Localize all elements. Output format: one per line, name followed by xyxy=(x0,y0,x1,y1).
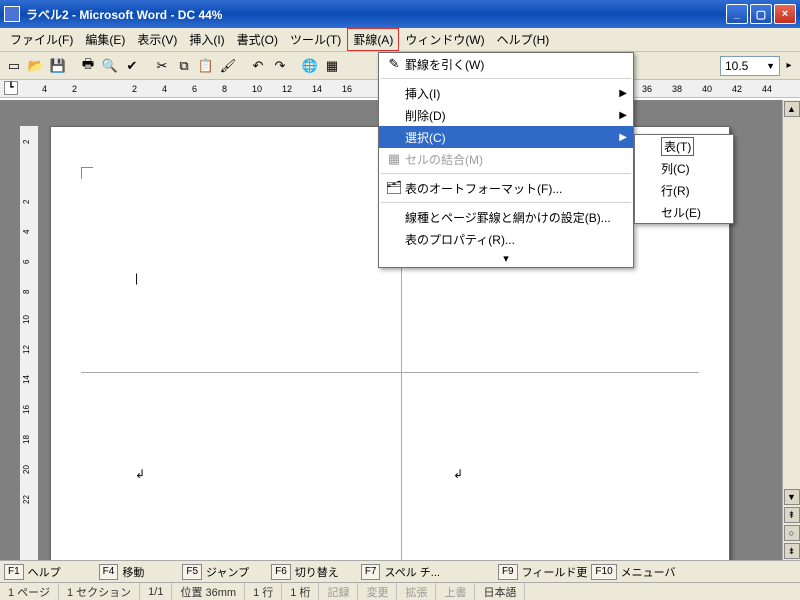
menuitem-delete[interactable]: 削除(D) ▶ xyxy=(379,104,633,126)
window-controls: _ ▢ × xyxy=(726,4,796,24)
status-bar: 1 ページ 1 セクション 1/1 位置 36mm 1 行 1 桁 記録 変更 … xyxy=(0,582,800,600)
tab-selector-icon[interactable]: ┗ xyxy=(4,81,18,95)
status-position: 位置 36mm xyxy=(172,583,245,600)
f9-key[interactable]: F9 xyxy=(498,564,518,580)
f4-key[interactable]: F4 xyxy=(99,564,119,580)
redo-icon[interactable]: ↷ xyxy=(270,56,290,76)
f4-label: 移動 xyxy=(122,564,144,580)
menu-format[interactable]: 書式(O) xyxy=(231,28,284,51)
prev-page-icon[interactable]: ⇞ xyxy=(784,507,800,523)
browse-object-icon[interactable]: ○ xyxy=(784,525,800,541)
menu-expand-icon[interactable]: ▾ xyxy=(379,250,633,267)
menu-tools[interactable]: ツール(T) xyxy=(284,28,347,51)
menu-view[interactable]: 表示(V) xyxy=(131,28,183,51)
status-column: 1 桁 xyxy=(282,583,319,600)
submenu-column[interactable]: 列(C) xyxy=(635,157,733,179)
f10-key[interactable]: F10 xyxy=(591,564,616,580)
menu-file[interactable]: ファイル(F) xyxy=(4,28,79,51)
f1-label: ヘルプ xyxy=(28,564,61,580)
pencil-icon: ✎ xyxy=(383,56,405,72)
chevron-down-icon: ▼ xyxy=(766,61,775,71)
status-pages-frac: 1/1 xyxy=(140,583,172,600)
close-button[interactable]: × xyxy=(774,4,796,24)
vertical-ruler[interactable]: 2 2 4 6 8 10 12 14 16 18 20 22 xyxy=(20,126,38,560)
menuitem-borders-shading[interactable]: 線種とページ罫線と網かけの設定(B)... xyxy=(379,206,633,228)
f9-label: フィールド更 xyxy=(522,564,588,580)
table-menu-dropdown: ✎ 罫線を引く(W) 挿入(I) ▶ 削除(D) ▶ 選択(C) ▶ ▦ セルの… xyxy=(378,52,634,268)
scroll-down-icon[interactable]: ▼ xyxy=(784,489,800,505)
menu-window[interactable]: ウィンドウ(W) xyxy=(399,28,490,51)
window-title: ラベル2 - Microsoft Word - DC 44% xyxy=(26,6,726,23)
menu-insert[interactable]: 挿入(I) xyxy=(183,28,230,51)
word-app-icon xyxy=(4,6,20,22)
f5-key[interactable]: F5 xyxy=(182,564,202,580)
f1-key[interactable]: F1 xyxy=(4,564,24,580)
status-page: 1 ページ xyxy=(0,583,59,600)
save-icon[interactable]: 💾 xyxy=(48,56,68,76)
menuitem-merge-cells: ▦ セルの結合(M) xyxy=(379,148,633,170)
next-page-icon[interactable]: ⇟ xyxy=(784,543,800,559)
menu-table[interactable]: 罫線(A) xyxy=(347,28,399,51)
font-size-value: 10.5 xyxy=(725,59,748,73)
menuitem-table-properties[interactable]: 表のプロパティ(R)... xyxy=(379,228,633,250)
new-doc-icon[interactable]: ▭ xyxy=(4,56,24,76)
submenu-row[interactable]: 行(R) xyxy=(635,179,733,201)
cut-icon[interactable]: ✂ xyxy=(152,56,172,76)
menuitem-autoformat[interactable]: 🗂 表のオートフォーマット(F)... xyxy=(379,177,633,199)
tables-borders-icon[interactable]: ▦ xyxy=(322,56,342,76)
text-cursor: | xyxy=(135,271,138,285)
menu-edit[interactable]: 編集(E) xyxy=(79,28,131,51)
menubar: ファイル(F) 編集(E) 表示(V) 挿入(I) 書式(O) ツール(T) 罫… xyxy=(0,28,800,52)
submenu-arrow-icon: ▶ xyxy=(619,88,627,99)
submenu-arrow-icon: ▶ xyxy=(619,110,627,121)
paste-icon[interactable]: 📋 xyxy=(196,56,216,76)
function-key-bar: F1ヘルプ F4移動 F5ジャンプ F6切り替え F7スペル チ... F9フィ… xyxy=(0,560,800,582)
menu-help[interactable]: ヘルプ(H) xyxy=(491,28,556,51)
f7-key[interactable]: F7 xyxy=(361,564,381,580)
status-line: 1 行 xyxy=(245,583,282,600)
status-section: 1 セクション xyxy=(59,583,140,600)
status-language[interactable]: 日本語 xyxy=(475,583,525,600)
para-mark-icon: ↲ xyxy=(453,467,463,481)
menuitem-insert[interactable]: 挿入(I) ▶ xyxy=(379,82,633,104)
f5-label: ジャンプ xyxy=(206,564,249,580)
menuitem-select[interactable]: 選択(C) ▶ xyxy=(379,126,633,148)
status-track-changes[interactable]: 変更 xyxy=(358,583,397,600)
status-record[interactable]: 記録 xyxy=(319,583,358,600)
toolbar-overflow-icon[interactable]: ▸ xyxy=(782,60,796,71)
format-painter-icon[interactable]: 🖌 xyxy=(218,56,238,76)
para-mark-icon: ↲ xyxy=(135,467,145,481)
open-icon[interactable]: 📂 xyxy=(26,56,46,76)
status-overwrite[interactable]: 上書 xyxy=(436,583,475,600)
menuitem-draw-table[interactable]: ✎ 罫線を引く(W) xyxy=(379,53,633,75)
f7-label: スペル チ... xyxy=(384,564,439,580)
f6-key[interactable]: F6 xyxy=(271,564,291,580)
spellcheck-icon[interactable]: ✔ xyxy=(122,56,142,76)
submenu-table[interactable]: 表(T) xyxy=(635,135,733,157)
print-preview-icon[interactable]: 🔍 xyxy=(100,56,120,76)
merge-cells-icon: ▦ xyxy=(383,151,405,167)
copy-icon[interactable]: ⧉ xyxy=(174,56,194,76)
status-extend[interactable]: 拡張 xyxy=(397,583,436,600)
maximize-button[interactable]: ▢ xyxy=(750,4,772,24)
print-icon[interactable]: 🖶 xyxy=(78,56,98,76)
table-autoformat-icon: 🗂 xyxy=(383,180,405,196)
f10-label: メニューバ xyxy=(621,564,676,580)
vertical-scrollbar[interactable]: ▲ ▼ ⇞ ○ ⇟ xyxy=(782,100,800,560)
font-size-box[interactable]: 10.5 ▼ xyxy=(720,56,780,76)
select-submenu-dropdown: 表(T) 列(C) 行(R) セル(E) xyxy=(634,134,734,224)
hyperlink-icon[interactable]: 🌐 xyxy=(300,56,320,76)
undo-icon[interactable]: ↶ xyxy=(248,56,268,76)
titlebar: ラベル2 - Microsoft Word - DC 44% _ ▢ × xyxy=(0,0,800,28)
minimize-button[interactable]: _ xyxy=(726,4,748,24)
f6-label: 切り替え xyxy=(295,564,339,580)
submenu-cell[interactable]: セル(E) xyxy=(635,201,733,223)
scroll-up-icon[interactable]: ▲ xyxy=(784,101,800,117)
submenu-arrow-icon: ▶ xyxy=(619,132,627,143)
